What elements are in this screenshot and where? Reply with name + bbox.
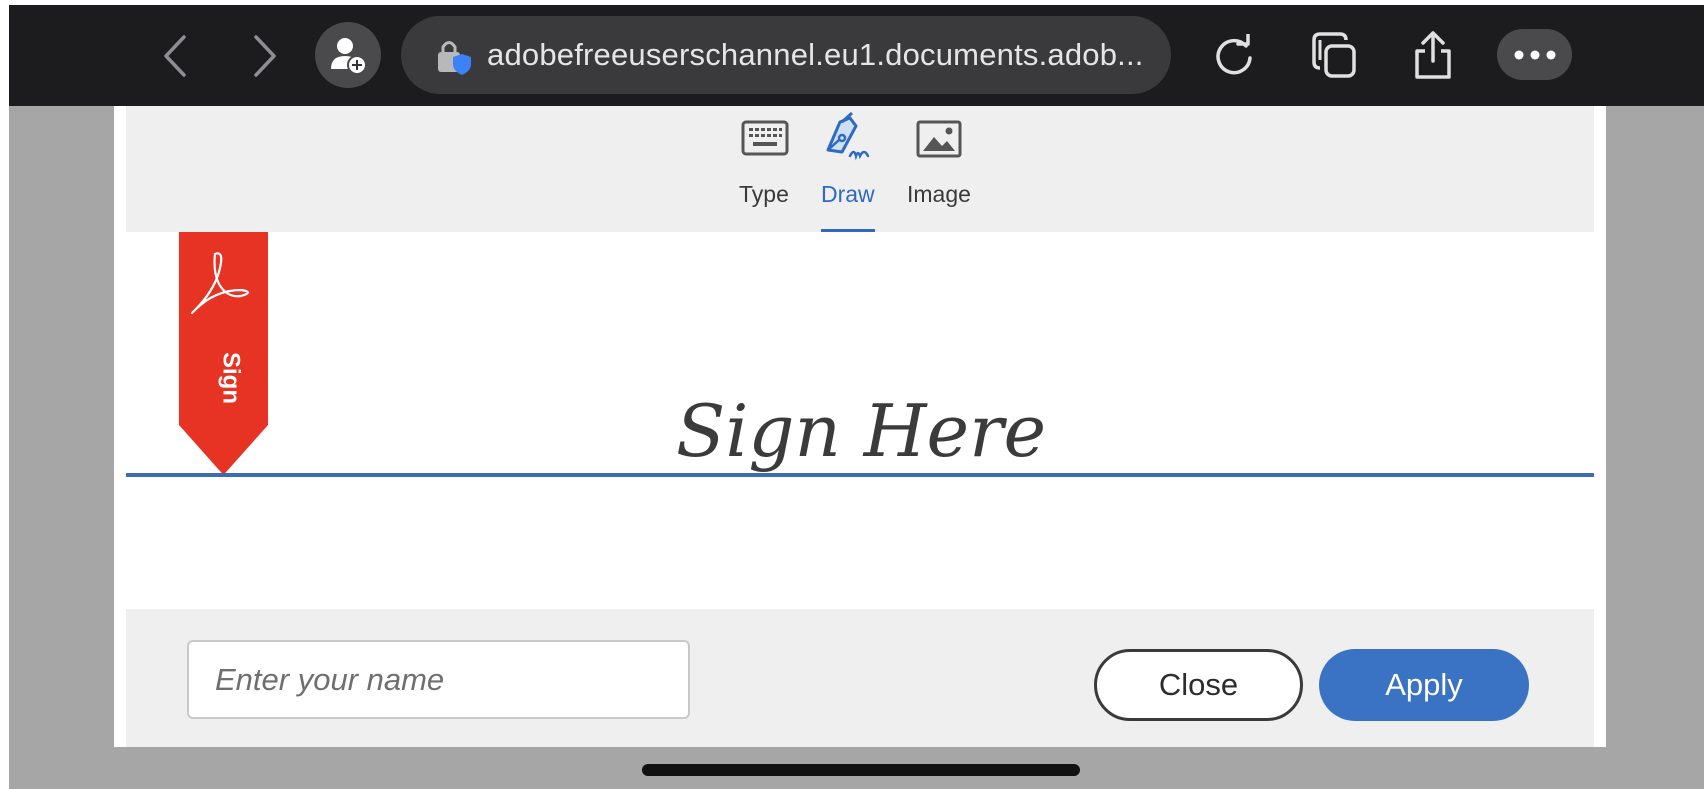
- close-button[interactable]: Close: [1094, 649, 1303, 721]
- chevron-right-icon[interactable]: [245, 30, 285, 82]
- profile-add-icon[interactable]: [315, 22, 381, 88]
- reload-icon[interactable]: [1210, 30, 1258, 82]
- more-icon[interactable]: [1497, 29, 1572, 80]
- sign-here-placeholder: Sign Here: [676, 389, 1046, 473]
- url-text: adobefreeuserschannel.eu1.documents.adob…: [487, 37, 1144, 72]
- browser-toolbar: adobefreeuserschannel.eu1.documents.adob…: [9, 5, 1704, 106]
- keyboard-icon: [741, 120, 789, 161]
- sign-ribbon: Sign: [179, 232, 268, 475]
- home-indicator: [642, 764, 1080, 776]
- sign-ribbon-label: Sign: [218, 352, 245, 404]
- lock-shield-icon: [434, 36, 474, 76]
- active-tab-indicator: [821, 229, 875, 232]
- chevron-left-icon[interactable]: [155, 30, 195, 82]
- tab-type-label: Type: [739, 181, 789, 207]
- share-icon[interactable]: [1408, 26, 1458, 84]
- image-icon: [916, 120, 962, 163]
- tab-draw-label: Draw: [821, 181, 875, 207]
- pen-icon: [822, 111, 874, 167]
- signature-draw-area[interactable]: Sign Here: [660, 378, 1080, 498]
- name-input[interactable]: [187, 640, 690, 719]
- tabs-icon[interactable]: [1308, 28, 1360, 82]
- apply-button[interactable]: Apply: [1319, 649, 1529, 721]
- address-bar[interactable]: adobefreeuserschannel.eu1.documents.adob…: [401, 16, 1171, 94]
- tab-image-label: Image: [907, 181, 971, 207]
